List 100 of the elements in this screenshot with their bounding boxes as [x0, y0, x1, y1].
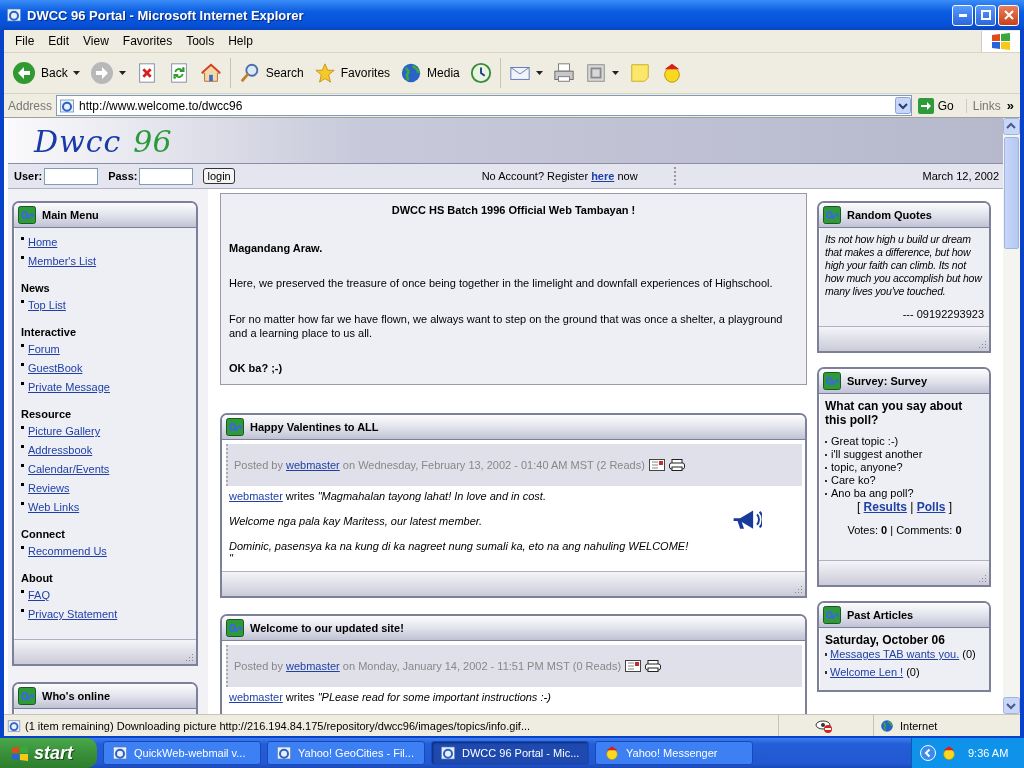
menu-item[interactable]: View	[76, 34, 116, 48]
print-icon	[645, 660, 662, 672]
go-button[interactable]: Go	[915, 97, 962, 114]
search-button[interactable]: Search	[234, 56, 308, 90]
media-button[interactable]: Media	[396, 56, 464, 90]
window-title: DWCC 96 Portal - Microsoft Internet Explorer	[27, 7, 305, 23]
greeting-text: Magandang Araw.	[229, 242, 324, 254]
more-button[interactable]: »	[1004, 98, 1016, 113]
email-icon	[648, 459, 665, 471]
taskbar-button[interactable]: Yahoo! Messenger	[595, 741, 753, 765]
grip-icon	[184, 652, 194, 662]
browser-icon	[7, 718, 21, 733]
closing-text: OK ba? ;-)	[229, 362, 284, 374]
back-button[interactable]: Back	[8, 56, 84, 90]
browser-icon	[6, 7, 22, 23]
poll-option[interactable]: Great topic :-)	[831, 435, 899, 448]
user-field[interactable]	[44, 167, 99, 185]
clock-icon	[469, 62, 492, 84]
status-text: (1 item remaining) Downloading picture http://216.194.84.175/repository/dwcc96/images/topics/info.gif...	[25, 719, 532, 732]
article-link[interactable]: Welcome Len !	[830, 666, 904, 678]
print-icon	[668, 459, 685, 471]
globe-icon	[880, 718, 894, 733]
register-link[interactable]: here	[591, 170, 615, 182]
poll-option[interactable]: topic, anyone?	[831, 461, 903, 474]
privacy-icon	[815, 718, 833, 733]
author-link[interactable]: webmaster	[229, 490, 283, 502]
search-icon	[238, 62, 261, 84]
menu-heading: Resource	[21, 408, 73, 420]
menu-link[interactable]: Home	[28, 236, 58, 248]
bullet-icon	[21, 382, 24, 385]
menu-item[interactable]: Tools	[179, 34, 222, 48]
scroll-thumb[interactable]	[1004, 137, 1019, 249]
favorites-button[interactable]: Favorites	[309, 56, 395, 90]
menu-item[interactable]: Edit	[41, 34, 77, 48]
bullet-icon	[21, 445, 24, 448]
arrow-right-icon	[89, 61, 114, 85]
note-icon	[628, 62, 651, 84]
menu-link[interactable]: Recommend Us	[28, 545, 107, 557]
address-field[interactable]: http://www.welcome.to/dwcc96	[56, 95, 912, 116]
minimize-button[interactable]	[952, 4, 973, 26]
menu-link[interactable]: Web Links	[28, 501, 80, 513]
poll-option[interactable]: Care ko?	[831, 474, 876, 487]
login-button[interactable]: login	[203, 168, 235, 184]
menu-link[interactable]: Top List	[28, 299, 66, 311]
menu-link[interactable]: Picture Gallery	[28, 425, 101, 437]
panel-title: Main Menu	[42, 209, 99, 221]
poll-option[interactable]: Ano ba ang poll?	[831, 487, 914, 500]
printer-icon	[552, 62, 575, 84]
bullet-icon	[21, 590, 24, 593]
grip-icon	[977, 573, 987, 583]
menu-heading: Interactive	[21, 326, 78, 338]
menu-item[interactable]: File	[8, 34, 42, 48]
menu-item[interactable]: Help	[221, 34, 260, 48]
results-link[interactable]: Results	[863, 500, 907, 514]
panel-title: Who's online	[42, 690, 110, 702]
comment-count: (0)	[906, 666, 920, 678]
author-link[interactable]: webmaster	[286, 660, 340, 672]
dropdown-icon	[894, 97, 911, 114]
menu-link[interactable]: Private Message	[28, 381, 110, 393]
maximize-button[interactable]	[975, 4, 996, 26]
paragraph: For no matter how far we have flown, we always want to step on the ground that was once a shelter, a playground and a learning place to us all.	[229, 312, 784, 340]
menu-item[interactable]: Favorites	[115, 34, 180, 48]
globe-icon	[400, 62, 423, 84]
quote-text: Its not how high u build ur dream that makes a difference, but how high your faith can climb. Its not how much you accomplish but how many lives you've touched.	[825, 233, 984, 298]
bullet-icon	[21, 502, 24, 505]
register-text: No Account? Register here now	[481, 170, 638, 182]
close-button[interactable]	[998, 4, 1019, 26]
email-icon	[625, 660, 642, 672]
menu-heading: News	[21, 282, 51, 294]
author-link[interactable]: webmaster	[286, 459, 340, 471]
bullet-icon	[21, 344, 24, 347]
poll-option[interactable]: i'll suggest another	[831, 448, 923, 461]
menu-link[interactable]: Addressbook	[28, 444, 93, 456]
scrollbar[interactable]	[1003, 118, 1020, 714]
bullet-icon	[21, 426, 24, 429]
polls-link[interactable]: Polls	[916, 500, 946, 514]
start-button[interactable]: start	[0, 738, 97, 768]
menu-link[interactable]: GuestBook	[28, 362, 83, 374]
menu-link[interactable]: Member's List	[28, 255, 97, 267]
messenger-icon	[604, 745, 620, 761]
taskbar-button[interactable]: QuickWeb-webmail v...	[103, 741, 261, 765]
logo-icon	[226, 619, 244, 637]
menu-link[interactable]: Forum	[28, 343, 60, 355]
menu-link[interactable]: Privacy Statement	[28, 608, 118, 620]
menu-link[interactable]: FAQ	[28, 589, 50, 601]
taskbar-button[interactable]: Yahoo! GeoCities - Fil...	[267, 741, 425, 765]
user-label: User:	[14, 170, 43, 182]
pass-field[interactable]	[139, 167, 194, 185]
menu-link[interactable]: Calendar/Events	[28, 463, 110, 475]
poll-stats: Votes: 0 | Comments: 0	[846, 524, 963, 536]
taskbar-button[interactable]: DWCC 96 Portal - Mic...	[431, 741, 589, 765]
article-link[interactable]: Messages TAB wants you.	[830, 648, 960, 660]
author-link[interactable]: webmaster	[229, 691, 283, 703]
logo-icon	[823, 372, 841, 390]
poll-links: [ Results | Polls ]	[855, 500, 954, 514]
links-button[interactable]: Links	[965, 98, 1001, 113]
panel-title: Welcome to our updated site!	[250, 622, 404, 634]
messenger-icon	[941, 745, 957, 761]
menu-link[interactable]: Reviews	[28, 482, 70, 494]
minimize-icon	[958, 13, 967, 17]
